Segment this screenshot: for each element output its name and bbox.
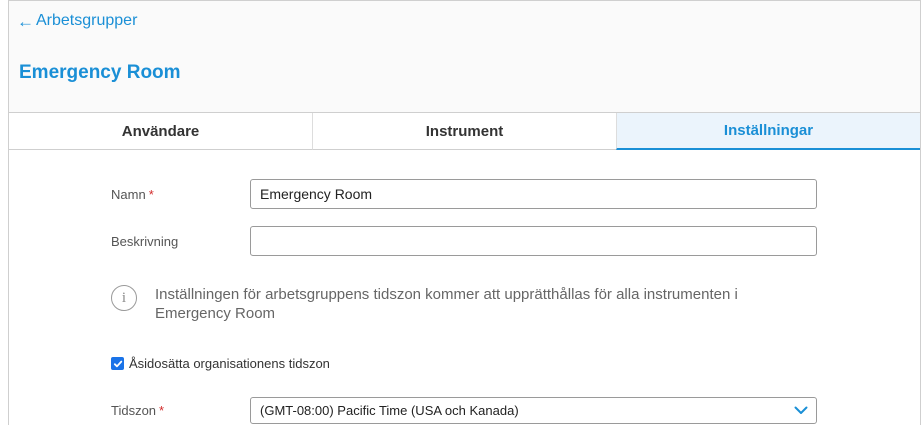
timezone-label: Tidszon * <box>111 403 164 418</box>
tab-instruments[interactable]: Instrument <box>312 113 616 150</box>
description-label: Beskrivning <box>111 234 178 249</box>
info-text-line2: Emergency Room <box>155 305 276 322</box>
back-link-label: Arbetsgrupper <box>36 12 138 29</box>
info-icon: i <box>111 285 137 311</box>
timezone-select[interactable]: (GMT-08:00) Pacific Time (USA och Kanada… <box>250 397 817 424</box>
checkbox-checked-icon[interactable] <box>111 357 124 370</box>
timezone-label-text: Tidszon <box>111 403 157 418</box>
tab-bar: Användare Instrument Inställningar <box>9 112 920 150</box>
chevron-down-icon[interactable] <box>794 406 808 415</box>
back-link[interactable]: ← Arbetsgrupper <box>17 12 137 30</box>
info-text: Inställningen för arbetsgruppens tidszon… <box>155 285 738 323</box>
name-input[interactable] <box>250 179 817 209</box>
description-input[interactable] <box>250 226 817 256</box>
name-label: Namn * <box>111 187 154 202</box>
name-label-text: Namn <box>111 187 146 202</box>
page-title: Emergency Room <box>19 62 181 83</box>
override-timezone-label: Åsidosätta organisationens tidszon <box>129 356 330 371</box>
tab-users[interactable]: Användare <box>9 113 312 150</box>
name-required-mark: * <box>148 187 154 202</box>
info-text-line1: Inställningen för arbetsgruppens tidszon… <box>155 286 738 303</box>
timezone-required-mark: * <box>159 403 165 418</box>
workgroup-settings-panel: ← Arbetsgrupper Emergency Room Användare… <box>8 0 921 425</box>
timezone-info-note: i Inställningen för arbetsgruppens tidsz… <box>111 285 831 323</box>
timezone-select-value: (GMT-08:00) Pacific Time (USA och Kanada… <box>260 403 519 418</box>
description-label-text: Beskrivning <box>111 234 179 249</box>
page-header: ← Arbetsgrupper Emergency Room <box>9 1 920 112</box>
override-timezone-checkbox[interactable]: Åsidosätta organisationens tidszon <box>111 356 330 371</box>
tab-settings[interactable]: Inställningar <box>616 113 920 150</box>
back-arrow-icon: ← <box>17 11 34 31</box>
